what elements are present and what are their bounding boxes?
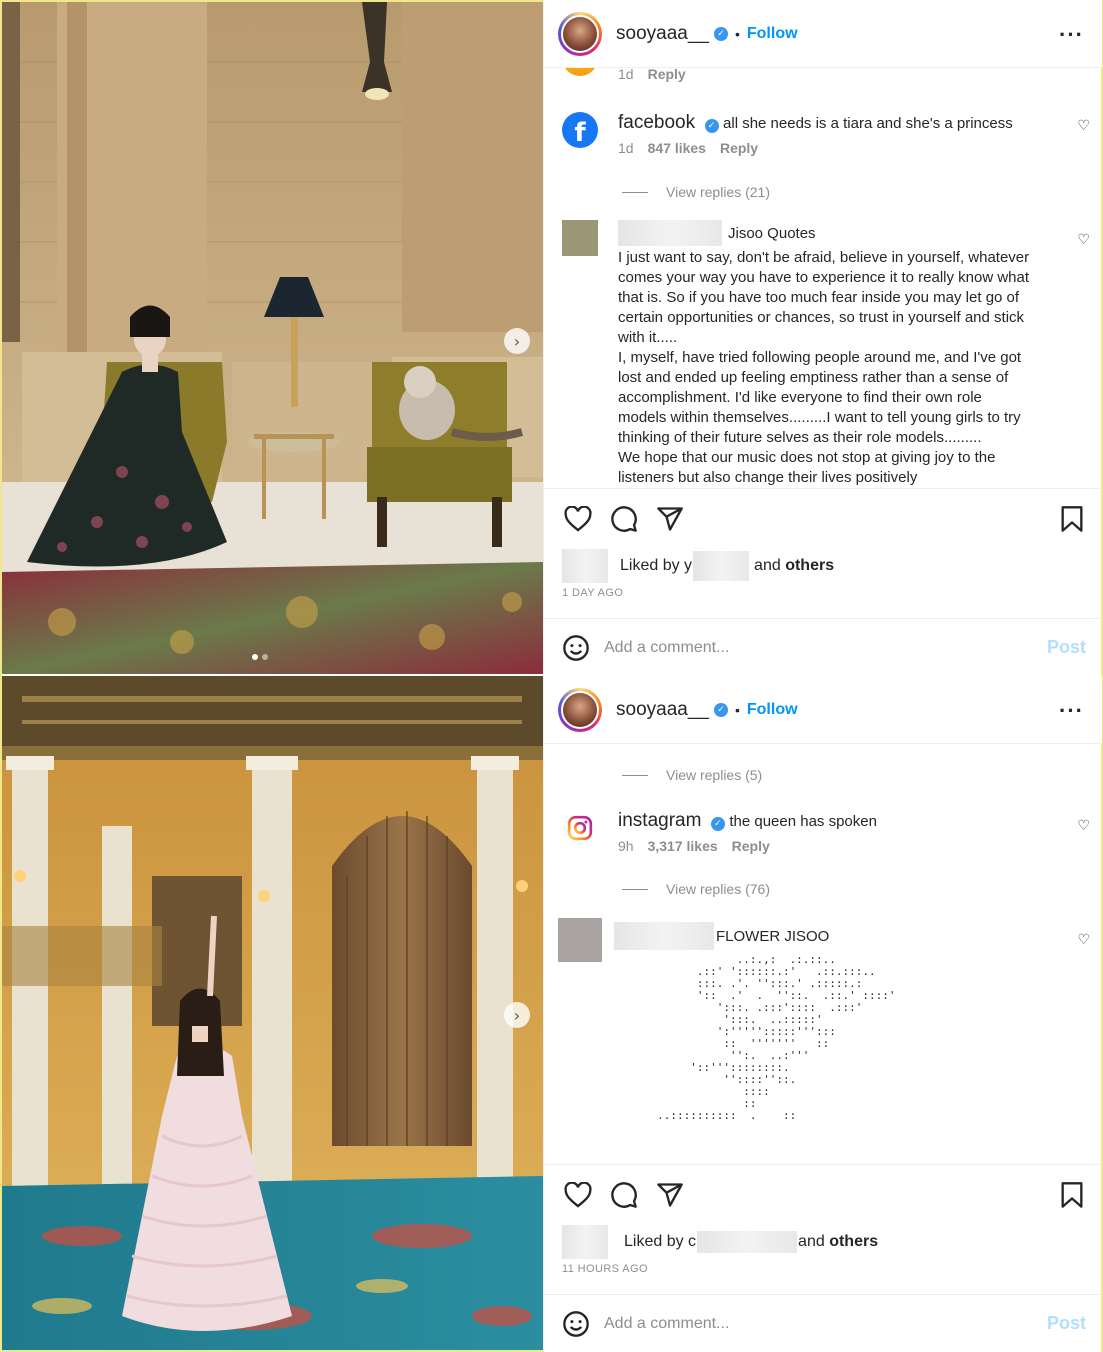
post-image[interactable]: › bbox=[2, 2, 543, 674]
post-photo bbox=[2, 2, 543, 674]
speech-bubble-icon[interactable] bbox=[608, 1179, 640, 1211]
comment-text: ..:.,: .:.::.. .::' '::::::.:' .::.:::..… bbox=[657, 953, 896, 1122]
reply-button[interactable]: Reply bbox=[648, 68, 686, 82]
post-photo bbox=[2, 676, 543, 1350]
avatar bbox=[561, 690, 599, 729]
instagram-logo-icon[interactable] bbox=[562, 810, 598, 846]
comment-time: 1d bbox=[618, 140, 634, 156]
liked-by-and: and bbox=[754, 557, 781, 574]
comments-list[interactable]: View replies (5) instagram ✓ the queen h… bbox=[544, 744, 1102, 1164]
post-timestamp[interactable]: 11 HOURS AGO bbox=[562, 1263, 648, 1275]
comment-likes[interactable]: 847 likes bbox=[648, 140, 706, 156]
reply-button[interactable]: Reply bbox=[720, 140, 758, 156]
add-comment-bar: Post bbox=[544, 618, 1102, 676]
next-icon[interactable]: › bbox=[504, 1002, 530, 1028]
heart-icon[interactable]: ♡ bbox=[1077, 932, 1090, 948]
author-avatar[interactable] bbox=[558, 11, 602, 56]
paper-plane-icon[interactable] bbox=[654, 503, 686, 535]
speech-bubble-icon[interactable] bbox=[608, 503, 640, 535]
more-options-icon[interactable]: ··· bbox=[1059, 22, 1084, 48]
post-actions: Liked by c and others 11 HOURS AGO bbox=[544, 1164, 1102, 1294]
view-replies-button[interactable]: View replies (21) bbox=[622, 184, 770, 200]
next-icon[interactable]: › bbox=[504, 328, 530, 354]
liked-by-and: and bbox=[798, 1233, 825, 1250]
commenter-name[interactable]: Jisoo Quotes bbox=[728, 225, 816, 242]
commenter-name[interactable]: facebook bbox=[618, 112, 695, 133]
follow-button[interactable]: Follow bbox=[747, 25, 798, 43]
heart-icon[interactable]: ♡ bbox=[1077, 118, 1090, 134]
comment-input[interactable] bbox=[604, 1314, 1024, 1333]
verified-badge-icon: ✓ bbox=[704, 119, 719, 133]
comment-time: 9h bbox=[618, 838, 634, 854]
post-actions: Liked by y and others 1 DAY AGO bbox=[544, 488, 1102, 618]
post-header: sooyaaa__ ✓ • Follow ··· bbox=[544, 676, 1102, 744]
bookmark-icon[interactable] bbox=[1056, 503, 1088, 535]
separator: • bbox=[734, 701, 740, 718]
carousel-dot bbox=[262, 654, 268, 660]
view-replies-button[interactable]: View replies (5) bbox=[622, 767, 762, 783]
commenter-avatar[interactable] bbox=[562, 220, 598, 256]
heart-icon[interactable]: ♡ bbox=[1077, 818, 1090, 834]
post-header: sooyaaa__ ✓ • Follow ··· bbox=[544, 0, 1102, 68]
heart-icon[interactable]: ♡ bbox=[1077, 232, 1090, 248]
post-1: › sooyaaa__ ✓ • Follow ··· 1d Reply f fa… bbox=[0, 0, 1103, 676]
comment-likes[interactable]: 3,317 likes bbox=[648, 838, 718, 854]
post-comment-button[interactable]: Post bbox=[1047, 637, 1086, 658]
post-sidebar: sooyaaa__ ✓ • Follow ··· View replies (5… bbox=[543, 676, 1102, 1352]
liked-by[interactable]: Liked by c and others bbox=[562, 1225, 878, 1259]
follow-button[interactable]: Follow bbox=[747, 701, 798, 719]
comment-meta: 9h 3,317 likes Reply bbox=[618, 838, 1058, 854]
liked-by-avatars bbox=[562, 549, 608, 583]
smiley-icon[interactable] bbox=[562, 1310, 590, 1338]
blurred-username bbox=[614, 922, 714, 950]
comment-text: the queen has spoken bbox=[729, 813, 877, 830]
liked-by[interactable]: Liked by y and others bbox=[562, 549, 834, 583]
view-replies-button[interactable]: View replies (76) bbox=[622, 881, 770, 897]
blurred-username bbox=[618, 220, 722, 246]
more-options-icon[interactable]: ··· bbox=[1059, 698, 1084, 724]
liked-by-avatars bbox=[562, 1225, 608, 1259]
liked-by-prefix: Liked by c bbox=[624, 1233, 697, 1250]
post-sidebar: sooyaaa__ ✓ • Follow ··· 1d Reply f face… bbox=[543, 0, 1102, 676]
author-username[interactable]: sooyaaa__ bbox=[616, 699, 709, 721]
blurred-username bbox=[693, 551, 750, 581]
add-comment-bar: Post bbox=[544, 1294, 1102, 1352]
bookmark-icon[interactable] bbox=[1056, 1179, 1088, 1211]
post-2: › sooyaaa__ ✓ • Follow ··· View replies … bbox=[0, 676, 1103, 1352]
liked-by-prefix: Liked by y bbox=[620, 557, 693, 574]
verified-badge-icon: ✓ bbox=[713, 26, 728, 41]
commenter-avatar[interactable] bbox=[558, 918, 602, 962]
comment-meta: 1d Reply bbox=[618, 68, 1058, 82]
verified-badge-icon: ✓ bbox=[710, 817, 725, 831]
facebook-logo-icon[interactable]: f bbox=[562, 112, 598, 148]
commenter-name[interactable]: FLOWER JISOO bbox=[716, 928, 829, 945]
reply-button[interactable]: Reply bbox=[732, 838, 770, 854]
carousel-dot bbox=[252, 654, 258, 660]
heart-icon[interactable] bbox=[562, 503, 594, 535]
carousel-dots bbox=[252, 654, 268, 660]
post-comment-button[interactable]: Post bbox=[1047, 1313, 1086, 1334]
post-image[interactable]: › bbox=[2, 676, 543, 1350]
commenter-name[interactable]: instagram bbox=[618, 810, 701, 831]
paper-plane-icon[interactable] bbox=[654, 1179, 686, 1211]
blurred-username bbox=[697, 1231, 798, 1253]
liked-by-others[interactable]: others bbox=[829, 1233, 878, 1251]
author-username[interactable]: sooyaaa__ bbox=[616, 23, 709, 45]
comment-text: all she needs is a tiara and she's a pri… bbox=[723, 115, 1013, 132]
commenter-avatar bbox=[562, 68, 598, 76]
comment-time: 1d bbox=[618, 68, 634, 82]
avatar bbox=[561, 14, 599, 53]
smiley-icon[interactable] bbox=[562, 634, 590, 662]
heart-icon[interactable] bbox=[562, 1179, 594, 1211]
author-avatar[interactable] bbox=[558, 687, 602, 732]
comments-list[interactable]: 1d Reply f facebook ✓ all she needs is a… bbox=[544, 68, 1102, 488]
verified-badge-icon: ✓ bbox=[713, 702, 728, 717]
comment-meta: 1d 847 likes Reply bbox=[618, 140, 1058, 156]
comment-input[interactable] bbox=[604, 638, 1024, 657]
separator: • bbox=[734, 25, 740, 42]
post-timestamp[interactable]: 1 DAY AGO bbox=[562, 587, 623, 599]
liked-by-others[interactable]: others bbox=[785, 557, 834, 575]
comment-text: I just want to say, don't be afraid, bel… bbox=[618, 249, 1030, 486]
